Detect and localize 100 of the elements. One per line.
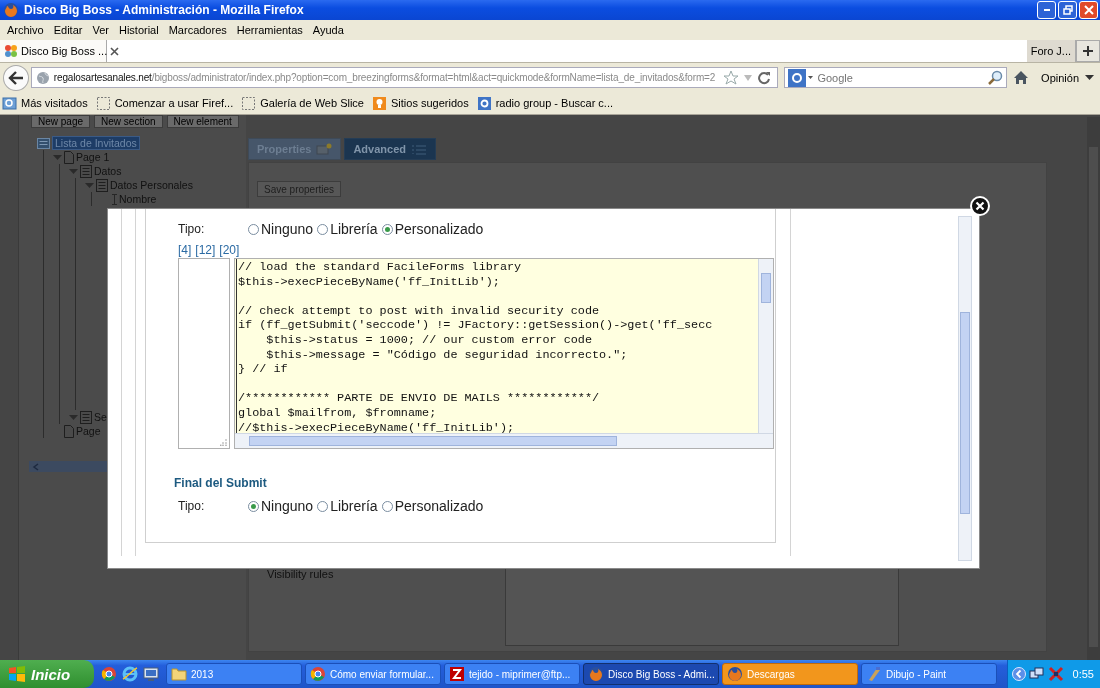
feedback-button[interactable]: Opinión [1041,71,1079,84]
network-icon[interactable] [1028,666,1045,682]
bookmark-item[interactable]: Comenzar a usar Firef... [95,95,236,111]
flag-icon [8,666,26,682]
card-icon [316,143,333,155]
field-label: Tipo: [178,222,206,236]
toolbar-button[interactable]: New page [31,115,91,128]
radio-label[interactable]: Personalizado [394,221,484,237]
browser-icon [310,666,326,682]
panel-tab[interactable]: Advanced [344,138,436,160]
bookmark-item[interactable]: radio group - Buscar c... [476,95,616,111]
dashed-square-icon [95,95,111,111]
plus-icon [1082,45,1094,57]
address-field[interactable]: regalosartesanales.net/bigboss/administrator/index.php?option=com_breezingforms&format=html&act=quickmode&formName=lista_de_invitados&form=2 [30,67,779,88]
page-icon [64,150,74,164]
menu-item[interactable]: Marcadores [163,24,232,36]
url-text: regalosartesanales.net/bigboss/administrator/index.php?option=com_breezingforms&format=html&act=quickmode&formName=lista_de_invitados&form=2 [53,72,717,83]
radio-label[interactable]: Ninguno [261,221,314,237]
indent-link[interactable]: [12] [195,243,216,258]
flower-icon [4,44,18,58]
restore-button[interactable] [1058,1,1077,19]
search-engine-icon[interactable] [788,68,815,87]
close-icon[interactable] [110,46,120,56]
new-tab-button[interactable] [1076,40,1100,62]
expand-toggle-icon[interactable] [53,152,62,162]
page-icon [64,424,74,438]
folder-icon [2,95,17,111]
taskbar-item[interactable]: Dibujo - Paint [861,663,997,685]
taskbar-item[interactable]: tejido - miprimer@ftp... [444,663,580,685]
menu-item[interactable]: Herramientas [231,24,308,36]
radio-button[interactable] [381,223,393,235]
menu-item[interactable]: Ver [87,24,114,36]
toolbar-button[interactable]: New element [166,115,239,128]
search-field[interactable]: Google [817,70,985,85]
radio-label[interactable]: Librería [330,221,378,237]
bookmark-item[interactable]: Más visitados [2,95,90,111]
desktop-icon[interactable] [143,666,159,682]
field-label: Tipo: [178,499,206,513]
radio-button[interactable] [248,500,259,512]
menu-item[interactable]: Editar [48,24,88,36]
radio-button[interactable] [248,223,259,235]
back-button[interactable] [3,64,29,91]
brush-icon [866,666,882,682]
browser-icon [588,666,604,682]
caret-icon[interactable] [1085,74,1094,81]
dashed-square-icon [241,95,257,111]
text-cursor-icon [112,193,117,205]
radio-button[interactable] [317,500,329,512]
menu-item[interactable]: Archivo [2,24,49,36]
radio-button[interactable] [381,500,393,512]
search-engine-icon [476,95,492,111]
close-icon [1083,5,1094,15]
reload-icon[interactable] [757,70,772,85]
bookmark-item[interactable]: Galería de Web Slice [241,95,366,111]
list-icon [80,164,92,178]
bookmark-item[interactable]: Sitios sugeridos [372,95,471,111]
indent-link[interactable]: [4] [178,243,192,258]
taskbar-item[interactable]: Disco Big Boss - Admi... [583,663,719,685]
browser-icon[interactable] [101,666,117,682]
radio-label[interactable]: Librería [330,498,378,514]
home-icon[interactable] [1013,70,1030,85]
clock: 0:55 [1072,668,1094,680]
field-label: Visibility rules [267,568,335,582]
back-arrow-icon [7,70,24,85]
expand-toggle-icon[interactable] [69,412,78,422]
taskbar-item[interactable]: 2013 [166,663,302,685]
indent-link[interactable]: [20] [219,243,240,258]
radio-label[interactable]: Ninguno [261,498,314,514]
radio-label[interactable]: Personalizado [394,498,484,514]
list-icon [80,410,92,424]
bulb-icon [372,95,387,111]
folder-icon [171,666,187,682]
star-icon[interactable] [723,69,740,86]
chevron-icon[interactable] [1011,667,1026,681]
list-icon [96,178,108,192]
tab-label: Disco Big Boss ... [21,45,108,57]
restore-icon [1062,5,1073,15]
tab-label: Foro J... [1030,45,1071,57]
menu-item[interactable]: Ayuda [307,24,349,36]
radio-button[interactable] [317,223,329,235]
close-button[interactable] [1079,1,1098,19]
resize-grip-icon [220,439,227,446]
zigzag-icon [449,666,465,682]
cross-icon[interactable] [1047,666,1064,682]
browser-tab[interactable]: Foro J... [1026,40,1076,62]
globe-icon[interactable] [122,666,138,682]
form-icon [37,137,50,149]
taskbar-item[interactable]: Cómo enviar formular... [305,663,441,685]
browser-icon [727,666,743,682]
search-bar[interactable]: Google [784,67,1008,88]
search-icon[interactable] [987,69,1004,86]
menu-item[interactable]: Historial [113,24,164,36]
expand-toggle-icon[interactable] [69,166,78,176]
expand-toggle-icon[interactable] [85,180,94,190]
toolbar-button[interactable]: New section [94,115,163,128]
minimize-button[interactable] [1037,1,1056,19]
section-heading: Final del Submit [174,476,268,492]
firefox-icon [3,2,19,18]
minimize-icon [1043,9,1050,11]
window-title: Disco Big Boss - Administración - Mozilla Firefox [24,3,305,17]
